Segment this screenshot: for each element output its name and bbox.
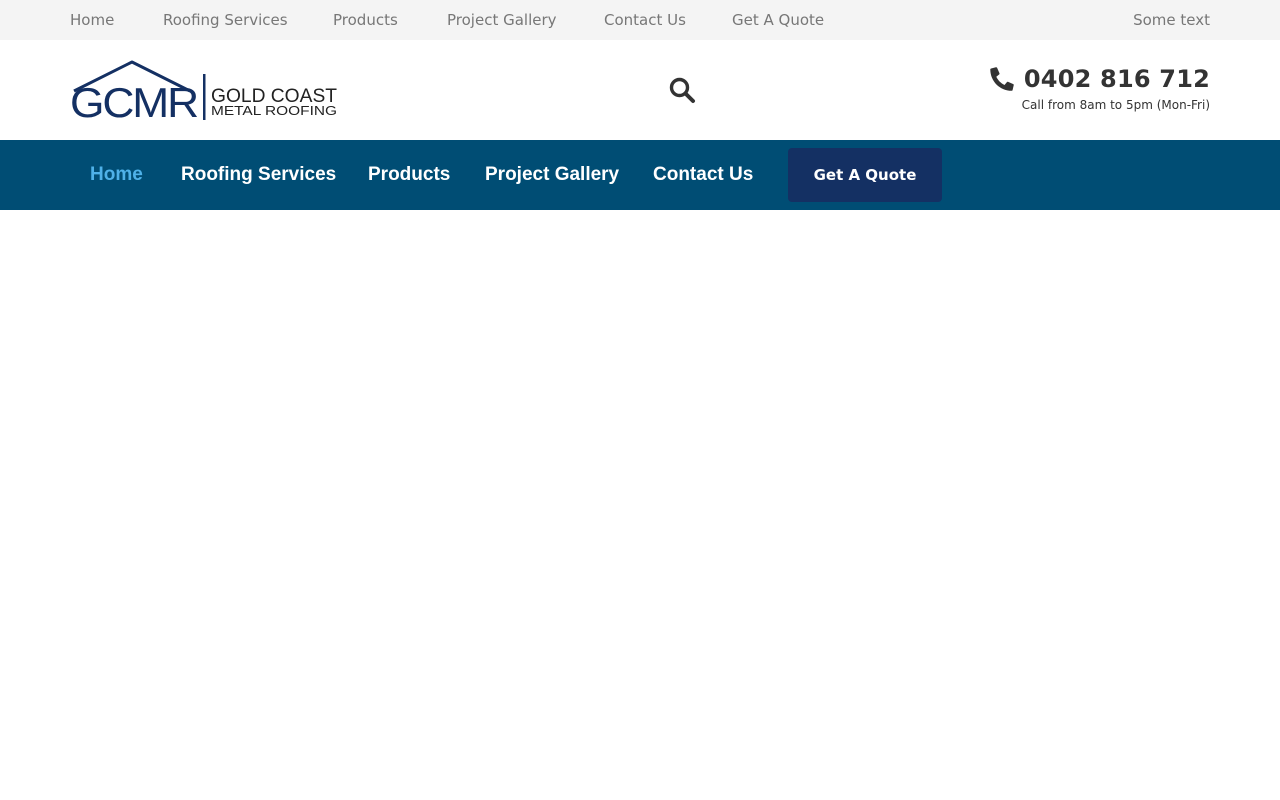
search-icon[interactable]: [668, 76, 696, 104]
logo-monogram: GCMR: [70, 79, 198, 120]
logo-line2: METAL ROOFING: [211, 103, 337, 118]
top-link-home[interactable]: Home: [70, 11, 114, 29]
get-a-quote-button[interactable]: Get A Quote: [788, 148, 942, 202]
nav-item-project-gallery[interactable]: Project Gallery: [485, 164, 619, 186]
nav-item-home[interactable]: Home: [90, 164, 143, 186]
nav-item-roofing-services[interactable]: Roofing Services: [181, 164, 336, 186]
top-link-get-a-quote[interactable]: Get A Quote: [732, 11, 824, 29]
nav-item-products[interactable]: Products: [368, 164, 450, 186]
top-link-roofing-services[interactable]: Roofing Services: [163, 11, 288, 29]
top-utility-bar: Home Roofing Services Products Project G…: [0, 0, 1280, 40]
phone-number-link[interactable]: 0402 816 712: [1024, 64, 1210, 94]
top-link-contact-us[interactable]: Contact Us: [604, 11, 686, 29]
site-header: GCMR GOLD COAST METAL ROOFING 0402 816 7…: [0, 40, 1280, 140]
phone-icon: [990, 67, 1014, 91]
top-link-products[interactable]: Products: [333, 11, 398, 29]
site-logo[interactable]: GCMR GOLD COAST METAL ROOFING: [70, 60, 340, 126]
phone-hours: Call from 8am to 5pm (Mon-Fri): [1021, 98, 1210, 112]
nav-item-contact-us[interactable]: Contact Us: [653, 164, 753, 186]
top-right-text: Some text: [1133, 11, 1210, 29]
main-navigation: Home Roofing Services Products Project G…: [0, 140, 1280, 210]
phone-contact: 0402 816 712 Call from 8am to 5pm (Mon-F…: [990, 64, 1210, 113]
top-link-project-gallery[interactable]: Project Gallery: [447, 11, 557, 29]
